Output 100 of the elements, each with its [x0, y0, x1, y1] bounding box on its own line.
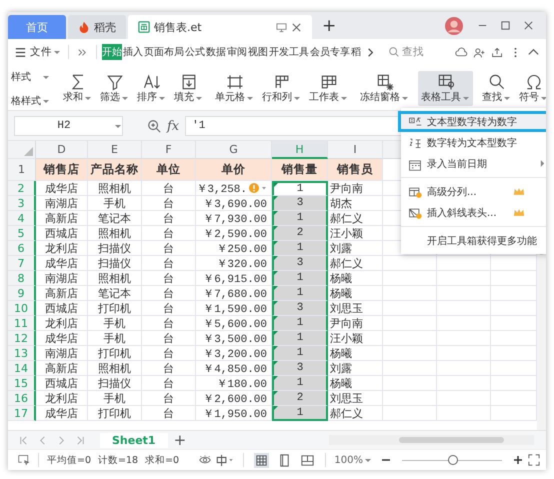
- table-cell[interactable]: 1: [272, 406, 328, 421]
- table-cell[interactable]: 3: [272, 256, 328, 271]
- cloud-icon[interactable]: [455, 46, 468, 58]
- file-menu[interactable]: 文件: [30, 45, 61, 59]
- table-cell[interactable]: 1: [272, 286, 328, 301]
- ribbon-tab[interactable]: 插入: [123, 44, 143, 60]
- zoom-icon[interactable]: [147, 119, 161, 133]
- ribbon-button[interactable]: 筛选: [97, 71, 132, 106]
- table-cell-text: ￥250.00: [216, 242, 267, 256]
- table-cell[interactable]: 2: [272, 391, 328, 406]
- table-cell[interactable]: 2: [272, 226, 328, 241]
- ribbon-tab[interactable]: 公式: [185, 44, 205, 60]
- ribbon-tab[interactable]: 视图: [248, 44, 268, 60]
- style-dropdown[interactable]: 格样式: [11, 94, 50, 108]
- column-header[interactable]: E: [88, 141, 142, 159]
- column-header[interactable]: D: [36, 141, 88, 159]
- table-cell: 笔记本: [88, 286, 142, 301]
- ribbon-tab[interactable]: 会员专享: [310, 44, 350, 60]
- zoom-dropdown[interactable]: 100%: [334, 454, 372, 466]
- ribbon-tab[interactable]: 页面布局: [144, 44, 184, 60]
- table-cell: 南湖店: [36, 271, 88, 286]
- menu-item[interactable]: 插入斜线表头...: [401, 202, 546, 223]
- ribbon-button[interactable]: 行和列: [259, 71, 304, 106]
- table-cell: 汪小颖: [328, 331, 383, 346]
- table-cell: 成华店: [36, 181, 88, 196]
- table-cell[interactable]: 1: [272, 181, 328, 196]
- table-cell[interactable]: 1: [272, 316, 328, 331]
- eye-icon[interactable]: [199, 454, 212, 466]
- table-cell[interactable]: 3: [272, 196, 328, 211]
- docer-tab[interactable]: 稻壳: [68, 15, 126, 39]
- crown-icon: [513, 187, 525, 196]
- header-cell: 销售员: [328, 159, 383, 181]
- menu-icon[interactable]: [14, 46, 27, 58]
- document-tab[interactable]: 销售表.et: [128, 15, 312, 39]
- share-icon[interactable]: [491, 46, 504, 58]
- maximize-icon[interactable]: [500, 20, 511, 31]
- ribbon-tab[interactable]: 稻: [351, 44, 361, 60]
- horizontal-scrollbar[interactable]: [329, 435, 534, 445]
- table-cell[interactable]: 1: [272, 271, 328, 286]
- ribbon-tab[interactable]: 数据: [206, 44, 226, 60]
- name-box[interactable]: H2: [14, 116, 123, 136]
- ribbon-button[interactable]: 表格工具: [418, 71, 473, 106]
- table-cell: 台: [142, 406, 196, 421]
- column-header[interactable]: G: [196, 141, 272, 159]
- table-cell[interactable]: 1: [272, 346, 328, 361]
- ribbon-button[interactable]: 填充: [171, 71, 206, 106]
- ribbon-button[interactable]: 求和: [60, 71, 95, 106]
- ribbon-button[interactable]: 排序: [134, 71, 169, 106]
- menu-item[interactable]: 文本型数字转为数字: [398, 111, 546, 132]
- ribbon-button[interactable]: 符号: [516, 71, 546, 106]
- avatar-icon[interactable]: [445, 16, 463, 34]
- table-cell: 手机: [88, 196, 142, 211]
- ribbon-button[interactable]: 单元格: [212, 71, 257, 106]
- table-cell: 照相机: [88, 271, 142, 286]
- ribbon-tab[interactable]: 开发工具: [269, 44, 309, 60]
- table-cell: 台: [142, 391, 196, 406]
- close-icon[interactable]: [291, 22, 302, 32]
- close-icon[interactable]: [523, 20, 534, 31]
- table-cell: 龙利店: [36, 391, 88, 406]
- function-button[interactable]: fx: [167, 118, 180, 134]
- table-cell: 照相机: [88, 181, 142, 196]
- monitor-icon[interactable]: [276, 22, 287, 32]
- table-cell-text: ￥4,850.00: [203, 362, 267, 376]
- zoom-in-icon[interactable]: [512, 454, 524, 466]
- table-cell: 照相机: [88, 226, 142, 241]
- table-cell: 郝仁义: [328, 211, 383, 226]
- menu-item[interactable]: 高级分列...: [401, 181, 546, 202]
- menu-item[interactable]: 开启工具箱获得更多功能: [401, 230, 546, 251]
- table-cell: 台: [142, 316, 196, 331]
- column-header[interactable]: I: [328, 141, 383, 159]
- cell-mode-icon[interactable]: [18, 454, 30, 466]
- row-header[interactable]: 1: [8, 159, 36, 181]
- menu-item[interactable]: 录入当前日期: [401, 153, 546, 174]
- ribbon-button[interactable]: 冻结窗格: [357, 71, 412, 106]
- input-method-icon[interactable]: [215, 454, 236, 466]
- table-cell[interactable]: 3: [272, 361, 328, 376]
- add-sheet-button[interactable]: +: [168, 431, 192, 449]
- table-cell: 打印机: [88, 346, 142, 361]
- grid-view-icon[interactable]: [254, 452, 270, 468]
- empty-cell: [383, 301, 437, 316]
- warning-icon[interactable]: [249, 183, 267, 193]
- table-cell[interactable]: 1: [272, 331, 328, 346]
- fullscreen-icon[interactable]: [528, 454, 540, 466]
- table-cell: 杨曦: [328, 376, 383, 391]
- slider-thumb[interactable]: [448, 455, 458, 465]
- ribbon-button[interactable]: 查找: [479, 71, 514, 106]
- table-cell-text: ￥320.00: [216, 258, 267, 270]
- table-cell[interactable]: 1: [272, 241, 328, 256]
- table-cell[interactable]: 1: [272, 376, 328, 391]
- ribbon-button[interactable]: 工作表: [306, 71, 351, 106]
- page-break-icon[interactable]: [300, 452, 316, 468]
- table-cell[interactable]: 3: [272, 301, 328, 316]
- ribbon-tab[interactable]: 审阅: [227, 44, 247, 60]
- add-user-icon[interactable]: [473, 46, 486, 58]
- search-button[interactable]: 查找: [388, 45, 424, 59]
- style-dropdown[interactable]: 样式: [11, 70, 50, 84]
- table-cell: 笔记本: [88, 211, 142, 226]
- new-tab-button[interactable]: +: [314, 12, 344, 39]
- table-cell[interactable]: 1: [272, 211, 328, 226]
- column-header[interactable]: F: [142, 141, 196, 159]
